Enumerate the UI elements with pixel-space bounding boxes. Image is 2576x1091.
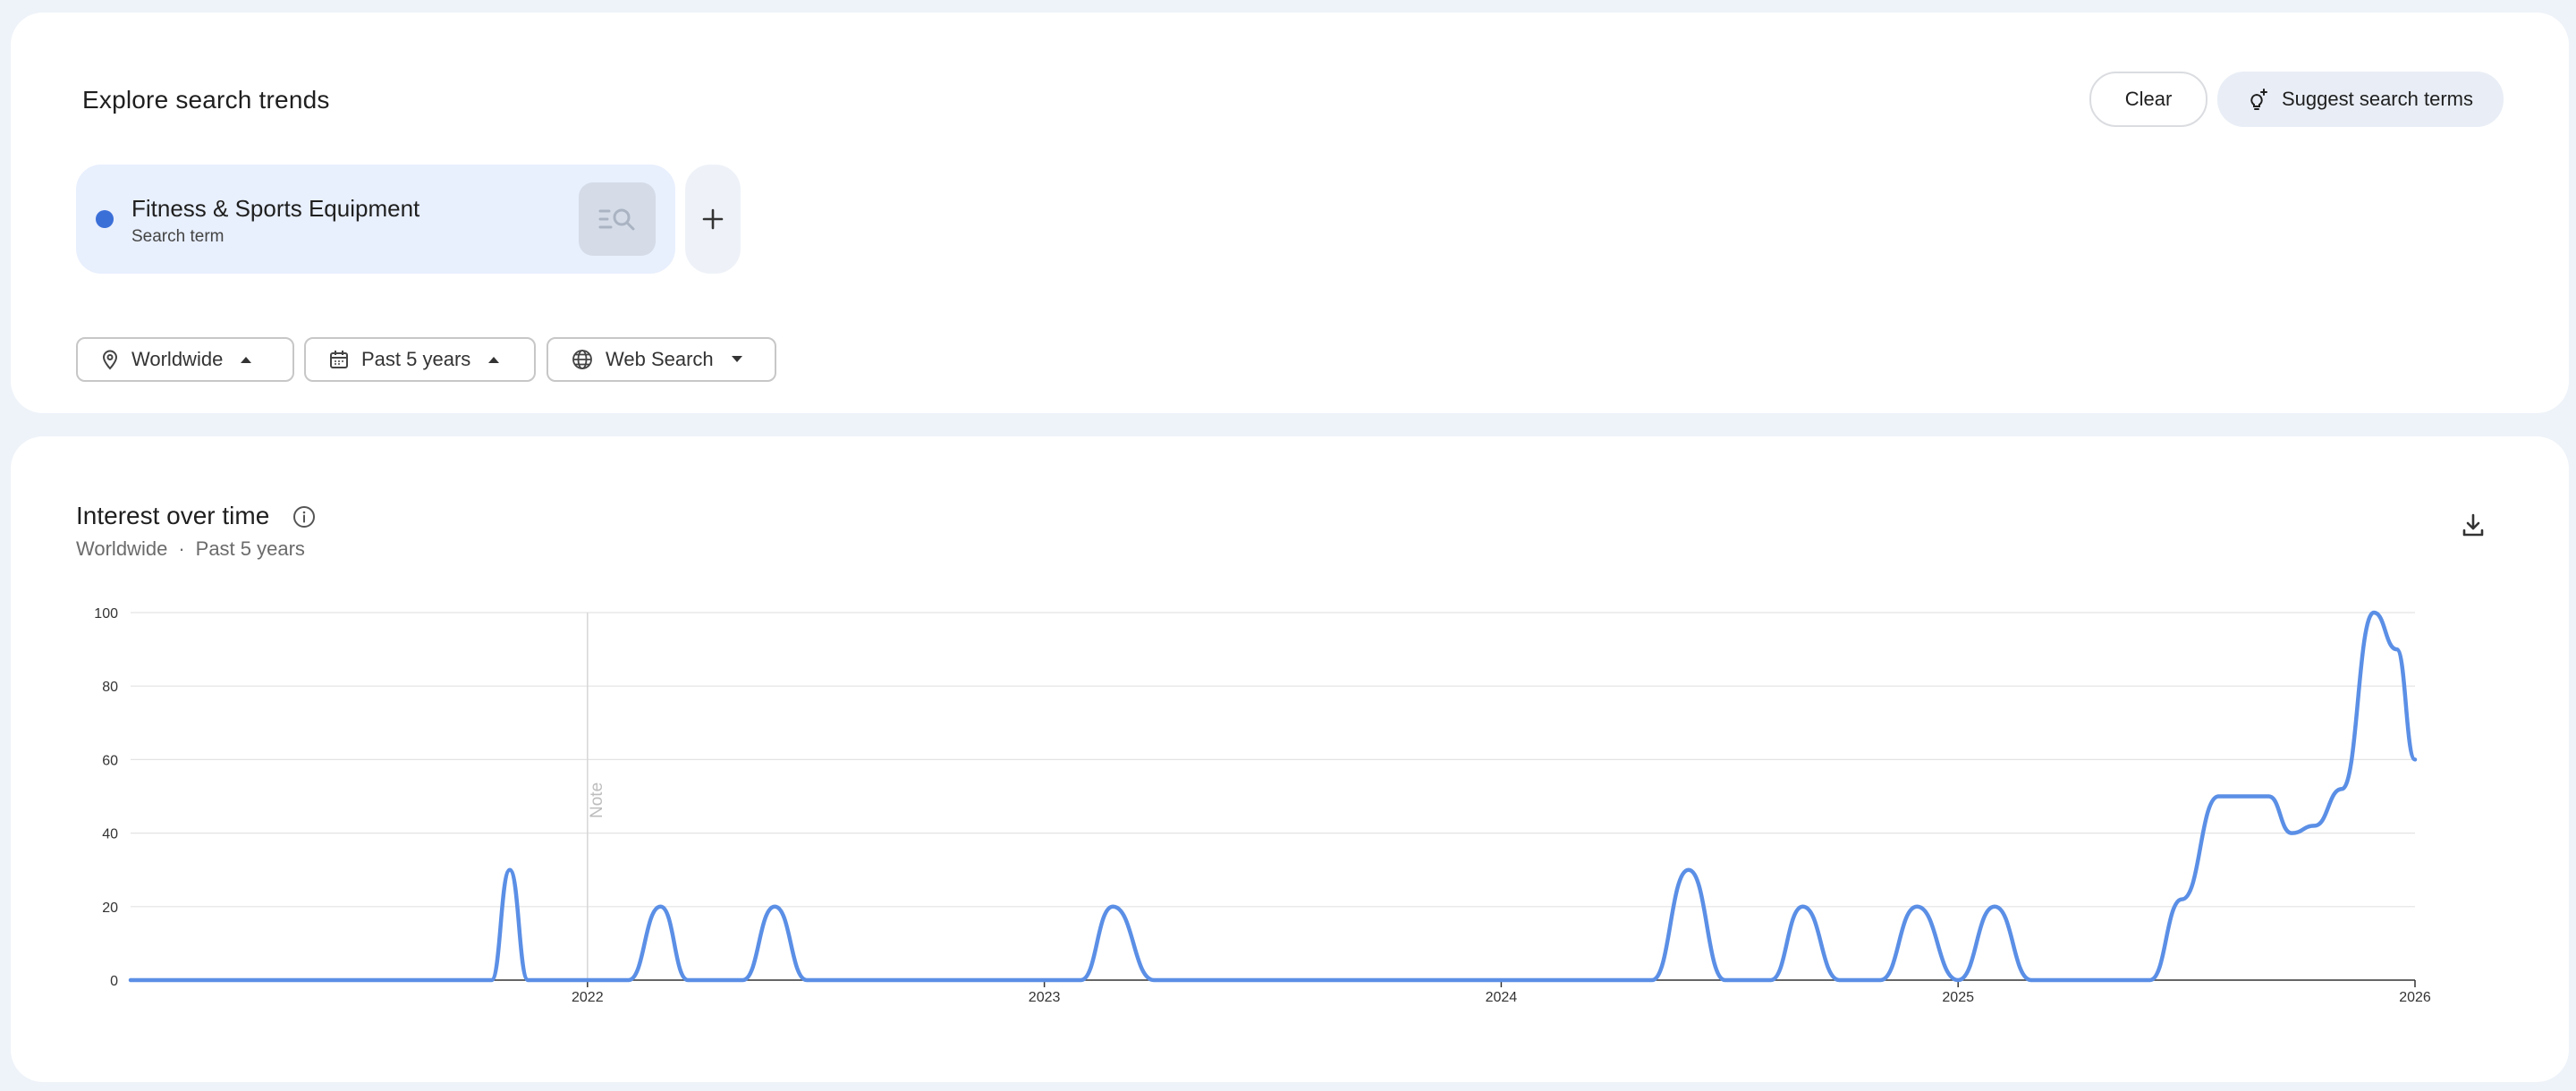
caret-up-icon — [239, 355, 253, 364]
add-term-button[interactable] — [685, 165, 741, 274]
property-filter[interactable]: Web Search — [547, 337, 776, 382]
geo-filter-label: Worldwide — [131, 348, 224, 370]
location-pin-icon — [101, 349, 119, 370]
calendar-icon — [329, 350, 349, 369]
clear-label: Clear — [2124, 88, 2173, 110]
search-list-icon[interactable] — [579, 182, 656, 256]
subtitle-geo: Worldwide — [76, 537, 168, 560]
download-icon[interactable] — [2460, 512, 2487, 538]
suggest-search-terms-button[interactable]: Suggest search terms — [2217, 72, 2504, 127]
subtitle-time: Past 5 years — [195, 537, 305, 560]
clear-button[interactable]: Clear — [2089, 72, 2207, 127]
time-filter[interactable]: Past 5 years — [304, 337, 536, 382]
subtitle-separator: · — [178, 537, 185, 560]
term-type: Search term — [131, 227, 225, 246]
sparkle-bulb-icon — [2248, 88, 2269, 111]
caret-up-icon — [487, 355, 501, 364]
info-icon[interactable] — [292, 505, 316, 529]
time-filter-label: Past 5 years — [361, 348, 471, 370]
interest-card — [11, 436, 2569, 1082]
note-annotation-label[interactable]: Note — [588, 782, 606, 818]
geo-filter[interactable]: Worldwide — [76, 337, 294, 382]
interest-title: Interest over time — [76, 502, 270, 529]
globe-icon — [572, 349, 593, 370]
search-term-chip[interactable]: Fitness & Sports Equipment Search term — [76, 165, 675, 274]
property-filter-label: Web Search — [606, 348, 714, 370]
plus-icon — [701, 207, 724, 231]
explore-title: Explore search trends — [82, 86, 330, 114]
interest-subtitle: Worldwide · Past 5 years — [76, 537, 305, 561]
term-name: Fitness & Sports Equipment — [131, 195, 420, 222]
term-color-dot — [96, 210, 114, 228]
suggest-label: Suggest search terms — [2282, 88, 2473, 110]
caret-down-icon — [730, 355, 744, 364]
